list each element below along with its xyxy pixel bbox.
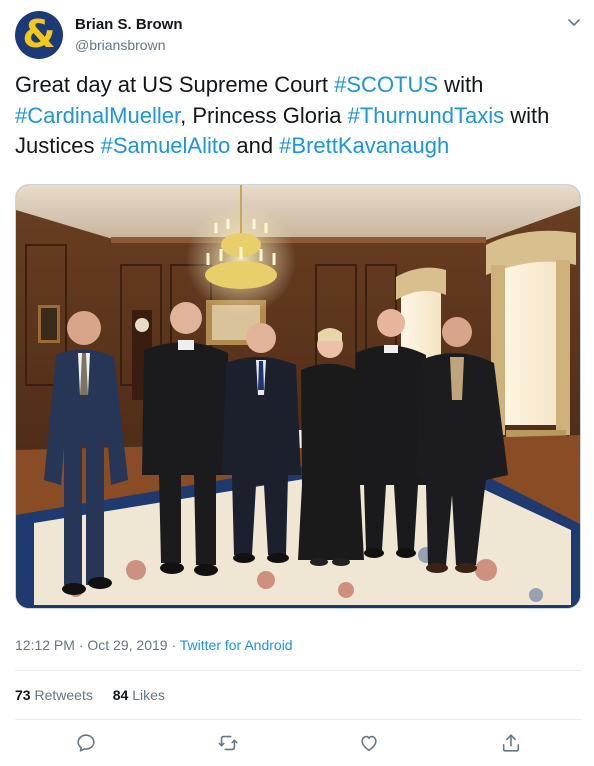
retweets-count: 73: [15, 687, 31, 703]
meta-separator: ·: [74, 637, 88, 653]
tweet-date[interactable]: Oct 29, 2019: [87, 637, 167, 653]
retweets-stat[interactable]: 73 Retweets: [15, 687, 93, 703]
hashtag-link[interactable]: #SamuelAlito: [101, 133, 231, 158]
author-display-name[interactable]: Brian S. Brown: [75, 16, 183, 33]
tweet-stats: 73 Retweets 84 Likes: [15, 687, 181, 703]
likes-stat[interactable]: 84 Likes: [113, 687, 165, 703]
tweet-text-segment: , Princess Gloria: [180, 102, 348, 128]
tweet-time[interactable]: 12:12 PM: [15, 637, 75, 653]
chevron-down-icon[interactable]: [566, 14, 582, 30]
photo-illustration: [16, 185, 580, 608]
reply-icon[interactable]: [75, 732, 99, 756]
tweet-text-segment: with: [438, 72, 484, 97]
share-icon[interactable]: [500, 732, 524, 756]
tweet-text-segment: Great day at US Supreme Court: [15, 72, 335, 97]
heart-icon[interactable]: [358, 732, 382, 756]
tweet-photo[interactable]: [15, 184, 581, 609]
divider-2: [15, 719, 581, 720]
likes-count: 84: [112, 687, 129, 703]
hashtag-link[interactable]: #ThurnundTaxis: [348, 103, 505, 128]
retweet-icon[interactable]: [217, 732, 241, 756]
meta-separator-2: ·: [167, 637, 180, 653]
author-handle[interactable]: @briansbrown: [75, 37, 165, 53]
avatar-glyph: &: [22, 12, 56, 56]
retweets-label: Retweets: [34, 687, 93, 703]
divider: [15, 670, 581, 671]
tweet-text: Great day at US Supreme Court #SCOTUS wi…: [15, 70, 580, 162]
tweet-text-segment: and: [230, 133, 280, 158]
avatar[interactable]: &: [15, 11, 63, 59]
tweet-meta: 12:12 PM · Oct 29, 2019 · Twitter for An…: [15, 637, 293, 653]
tweet-source-link[interactable]: Twitter for Android: [180, 637, 293, 653]
hashtag-link[interactable]: #SCOTUS: [334, 72, 438, 97]
likes-label: Likes: [132, 687, 165, 703]
hashtag-link[interactable]: #BrettKavanaugh: [279, 133, 449, 158]
hashtag-link[interactable]: #CardinalMueller: [15, 103, 180, 128]
